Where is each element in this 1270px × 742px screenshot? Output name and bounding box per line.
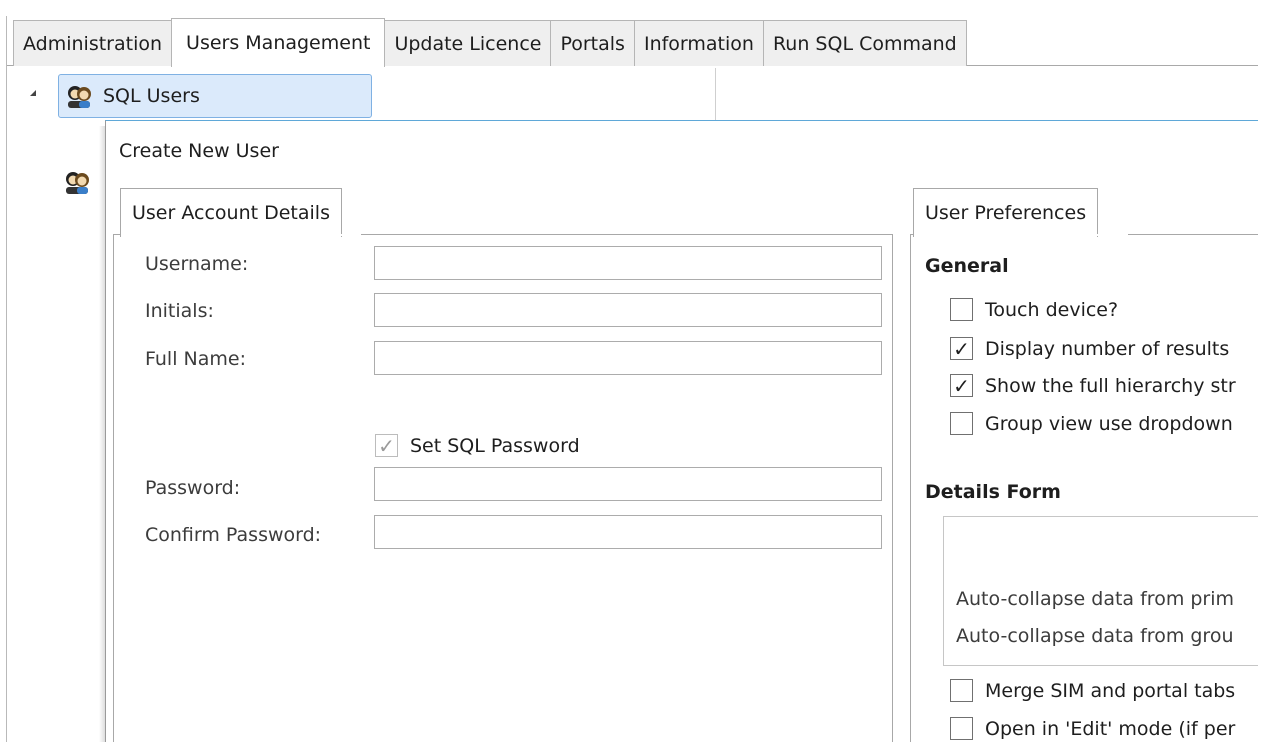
- user-group-icon: [68, 86, 91, 108]
- show-full-hierarchy-checkbox[interactable]: ✓: [950, 374, 973, 397]
- display-number-results-option[interactable]: ✓ Display number of results: [950, 337, 1229, 360]
- initials-field[interactable]: [374, 293, 882, 327]
- merge-sim-portal-option[interactable]: Merge SIM and portal tabs: [950, 679, 1235, 702]
- password-field[interactable]: [374, 467, 882, 501]
- username-label: Username:: [145, 253, 249, 275]
- show-full-hierarchy-label: Show the full hierarchy str: [985, 374, 1236, 397]
- tab-portals[interactable]: Portals: [550, 20, 635, 66]
- tree-column-divider: [715, 68, 716, 120]
- initials-label: Initials:: [145, 300, 214, 322]
- set-sql-password-checkbox[interactable]: ✓: [375, 434, 398, 457]
- tab-run-sql-command[interactable]: Run SQL Command: [762, 20, 967, 66]
- password-label: Password:: [145, 477, 241, 499]
- open-edit-mode-option[interactable]: Open in 'Edit' mode (if per: [950, 717, 1235, 740]
- window-left-border: [6, 16, 7, 742]
- confirm-password-label: Confirm Password:: [145, 524, 322, 546]
- tree-expand-arrow-icon[interactable]: [30, 90, 36, 96]
- tab-administration[interactable]: Administration: [13, 20, 173, 66]
- group-view-dropdown-option[interactable]: Group view use dropdown: [950, 412, 1233, 435]
- group-view-dropdown-checkbox[interactable]: [950, 412, 973, 435]
- open-edit-mode-label: Open in 'Edit' mode (if per: [985, 717, 1236, 740]
- merge-sim-portal-label: Merge SIM and portal tabs: [985, 679, 1236, 702]
- username-field[interactable]: [374, 246, 882, 280]
- tab-join: [121, 234, 361, 236]
- full-name-label: Full Name:: [145, 348, 246, 370]
- main-tabstrip: Administration Users Management Update L…: [13, 18, 967, 67]
- touch-device-label: Touch device?: [985, 298, 1119, 321]
- touch-device-option[interactable]: Touch device?: [950, 298, 1118, 321]
- details-form-section-title: Details Form: [925, 481, 1061, 503]
- tab-update-licence[interactable]: Update Licence: [384, 20, 552, 66]
- open-edit-mode-checkbox[interactable]: [950, 717, 973, 740]
- general-section-title: General: [925, 255, 1009, 277]
- dialog-title: Create New User: [119, 140, 279, 162]
- account-group-tab[interactable]: User Account Details: [120, 188, 342, 237]
- group-view-dropdown-label: Group view use dropdown: [985, 412, 1233, 435]
- auto-collapse-primary-label: Auto-collapse data from prim: [956, 588, 1235, 610]
- touch-device-checkbox[interactable]: [950, 298, 973, 321]
- user-group-icon[interactable]: [63, 168, 91, 196]
- full-name-field[interactable]: [374, 341, 882, 375]
- merge-sim-portal-checkbox[interactable]: [950, 679, 973, 702]
- confirm-password-field[interactable]: [374, 515, 882, 549]
- auto-collapse-group-label: Auto-collapse data from grou: [956, 625, 1234, 647]
- tab-join: [914, 234, 1128, 236]
- display-number-results-checkbox[interactable]: ✓: [950, 337, 973, 360]
- preferences-group-tab[interactable]: User Preferences: [913, 188, 1099, 237]
- set-sql-password-label: Set SQL Password: [410, 434, 580, 457]
- tree-node-sql-users[interactable]: SQL Users: [58, 74, 372, 118]
- display-number-results-label: Display number of results: [985, 337, 1230, 360]
- show-full-hierarchy-option[interactable]: ✓ Show the full hierarchy str: [950, 374, 1236, 397]
- tab-information[interactable]: Information: [633, 20, 764, 66]
- set-sql-password-option[interactable]: ✓ Set SQL Password: [375, 434, 580, 457]
- tree-node-label: SQL Users: [103, 85, 200, 107]
- tab-users-management[interactable]: Users Management: [171, 18, 386, 67]
